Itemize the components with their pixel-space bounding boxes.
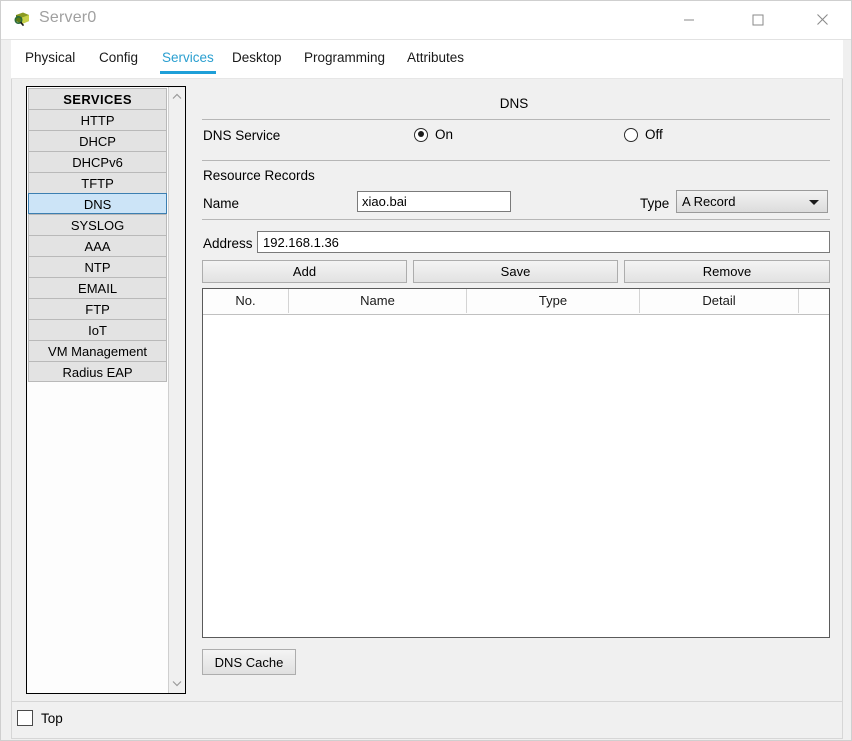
maximize-icon — [752, 14, 764, 25]
sidebar-item-iot[interactable]: IoT — [28, 319, 168, 340]
close-icon — [816, 14, 828, 25]
tab-desktop[interactable]: Desktop — [228, 40, 286, 78]
radio-selected-icon — [414, 127, 428, 142]
name-input[interactable] — [357, 191, 511, 212]
dns-service-on-radio[interactable]: On — [414, 127, 453, 142]
minimize-icon — [684, 19, 694, 20]
server-properties-window: Server0 Physical Config Services Desktop… — [0, 0, 852, 741]
column-header-no[interactable]: No. — [203, 289, 289, 313]
sidebar-item-dns[interactable]: DNS — [28, 193, 168, 214]
sidebar-item-ntp[interactable]: NTP — [28, 256, 168, 277]
tab-services[interactable]: Services — [158, 40, 218, 78]
tab-config[interactable]: Config — [95, 40, 142, 78]
column-header-type[interactable]: Type — [467, 289, 640, 313]
sidebar-item-radius-eap[interactable]: Radius EAP — [28, 361, 168, 382]
remove-button[interactable]: Remove — [624, 260, 830, 283]
server-device-icon — [13, 11, 31, 29]
tab-attributes[interactable]: Attributes — [403, 40, 468, 78]
close-button[interactable] — [799, 1, 845, 38]
column-header-name[interactable]: Name — [289, 289, 467, 313]
top-checkbox[interactable]: Top — [17, 710, 63, 726]
sidebar-item-dhcp[interactable]: DHCP — [28, 130, 168, 151]
address-label: Address — [203, 236, 253, 251]
services-sidebar: SERVICES HTTP DHCP DHCPv6 TFTP DNS SYSLO… — [26, 86, 186, 694]
title-bar: Server0 — [1, 1, 851, 40]
type-label: Type — [640, 196, 670, 211]
top-checkbox-label: Top — [41, 710, 63, 726]
maximize-button[interactable] — [735, 1, 781, 38]
chevron-down-icon — [172, 681, 182, 687]
sidebar-item-syslog[interactable]: SYSLOG — [28, 214, 168, 235]
chevron-up-icon — [172, 93, 182, 99]
dns-service-off-radio[interactable]: Off — [624, 127, 663, 142]
tab-programming[interactable]: Programming — [300, 40, 389, 78]
window-footer: Top — [11, 702, 843, 739]
sidebar-item-email[interactable]: EMAIL — [28, 277, 168, 298]
name-label: Name — [203, 196, 240, 211]
sidebar-item-aaa[interactable]: AAA — [28, 235, 168, 256]
sidebar-item-ftp[interactable]: FTP — [28, 298, 168, 319]
type-selected-value: A Record — [682, 194, 736, 209]
sidebar-scrollbar[interactable] — [168, 87, 185, 693]
dns-cache-button[interactable]: DNS Cache — [202, 649, 296, 675]
scroll-up-button[interactable] — [169, 88, 185, 105]
radio-unselected-icon — [624, 127, 638, 142]
resource-records-label: Resource Records — [203, 168, 315, 183]
scroll-down-button[interactable] — [169, 675, 185, 692]
sidebar-header: SERVICES — [28, 88, 168, 109]
address-input[interactable] — [257, 231, 830, 253]
services-panel: SERVICES HTTP DHCP DHCPv6 TFTP DNS SYSLO… — [11, 79, 843, 702]
add-button[interactable]: Add — [202, 260, 407, 283]
tab-bar: Physical Config Services Desktop Program… — [11, 40, 843, 79]
save-button[interactable]: Save — [413, 260, 618, 283]
sidebar-item-tftp[interactable]: TFTP — [28, 172, 168, 193]
dns-service-off-label: Off — [645, 127, 663, 142]
minimize-button[interactable] — [666, 1, 712, 38]
column-header-detail[interactable]: Detail — [640, 289, 799, 313]
dns-records-table[interactable]: No. Name Type Detail — [202, 288, 830, 638]
sidebar-item-dhcpv6[interactable]: DHCPv6 — [28, 151, 168, 172]
services-list: SERVICES HTTP DHCP DHCPv6 TFTP DNS SYSLO… — [27, 87, 169, 693]
dns-service-label: DNS Service — [203, 128, 281, 143]
sidebar-item-vm-management[interactable]: VM Management — [28, 340, 168, 361]
divider-name-row — [202, 219, 830, 220]
window-title: Server0 — [39, 9, 97, 26]
sidebar-item-http[interactable]: HTTP — [28, 109, 168, 130]
divider-top — [202, 119, 830, 120]
checkbox-unchecked-icon — [17, 710, 33, 726]
chevron-down-icon — [809, 200, 819, 205]
divider-service — [202, 160, 830, 161]
column-header-spacer — [799, 289, 829, 313]
table-header-row: No. Name Type Detail — [203, 289, 829, 315]
page-title: DNS — [499, 96, 529, 111]
tab-physical[interactable]: Physical — [21, 40, 79, 78]
dns-service-on-label: On — [435, 127, 454, 142]
dns-settings-content: DNS DNS Service On Off Resource Records … — [194, 86, 834, 694]
type-dropdown[interactable]: A Record — [676, 190, 828, 213]
